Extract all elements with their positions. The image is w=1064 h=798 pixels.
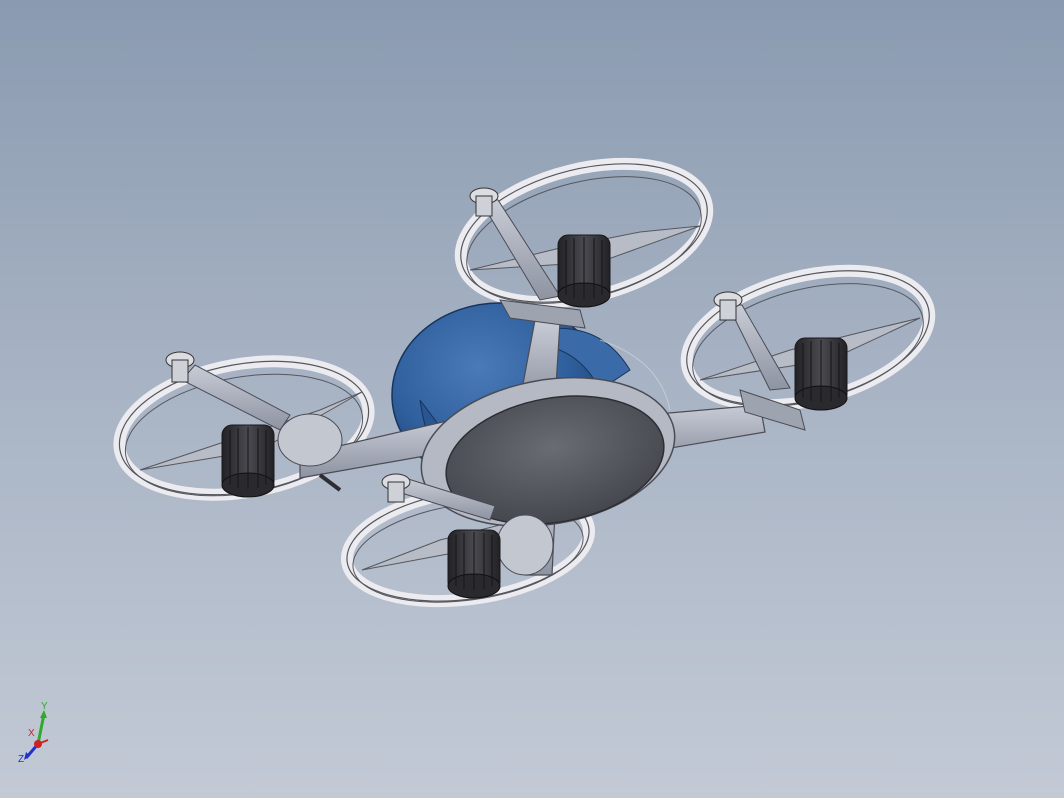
axis-triad: Y X Z <box>18 701 49 765</box>
triad-z-label: Z <box>18 754 24 765</box>
3d-model-view[interactable] <box>0 0 1064 798</box>
graphics-viewport[interactable]: Y X Z <box>0 0 1064 798</box>
triad-x-label: X <box>28 728 35 739</box>
triad-y-label: Y <box>41 701 48 712</box>
